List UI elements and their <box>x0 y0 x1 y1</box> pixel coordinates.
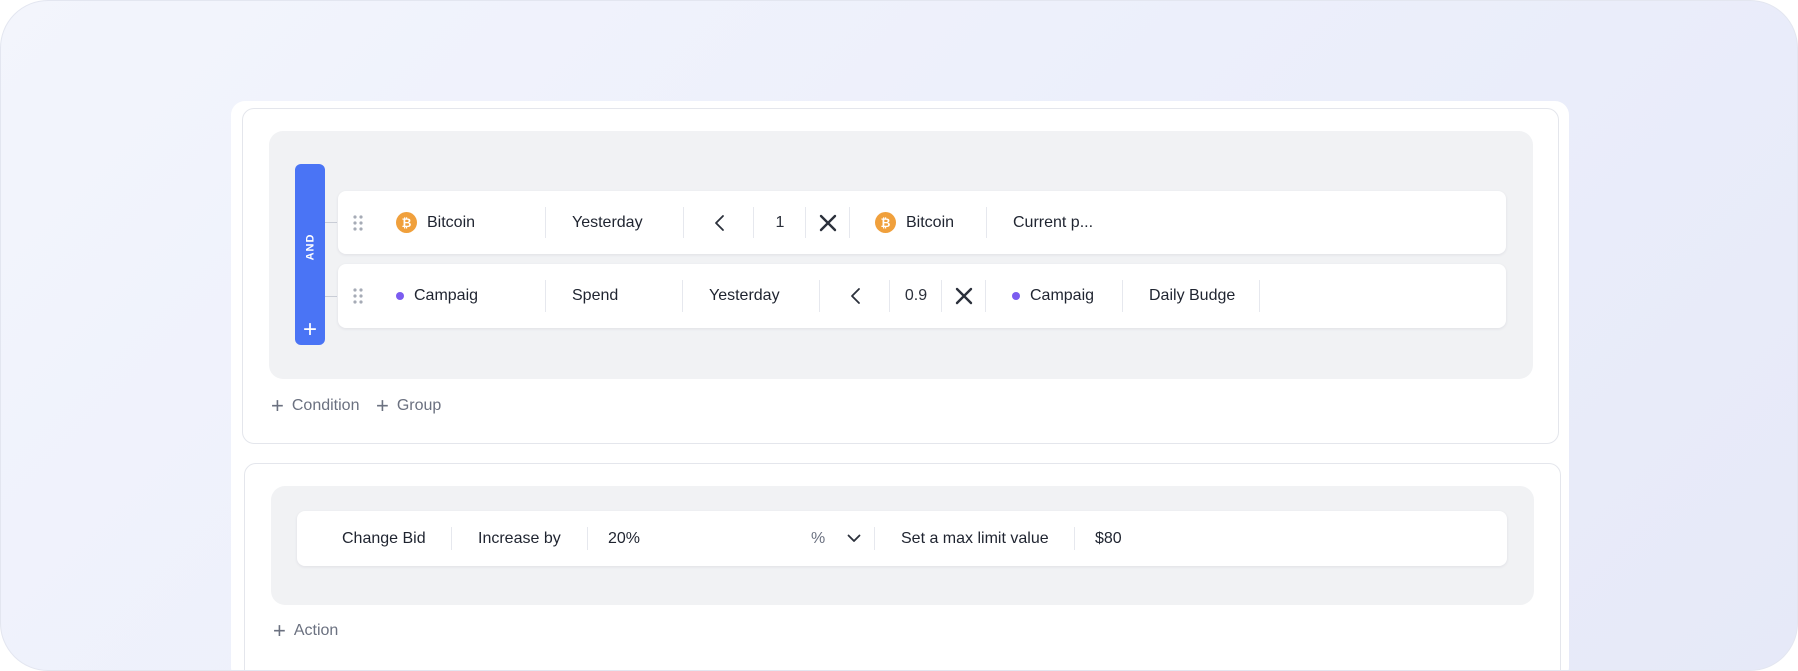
action-value-input[interactable]: 20% <box>588 511 793 566</box>
target-source-label: Campaig <box>1030 287 1095 304</box>
unit-select[interactable]: % <box>793 511 875 566</box>
times-operator[interactable] <box>942 264 986 328</box>
multiplier-value: 0.9 <box>904 287 928 304</box>
less-than-icon <box>851 288 860 304</box>
target-metric-label: Daily Budge <box>1149 287 1236 304</box>
action-value: 20% <box>608 529 641 547</box>
period-label: Yesterday <box>572 213 643 231</box>
bitcoin-icon: ₿ <box>875 212 896 233</box>
max-limit-label: Set a max limit value <box>901 529 1049 547</box>
plus-icon: + <box>273 618 286 643</box>
times-operator[interactable] <box>806 191 850 254</box>
campaign-dot-icon <box>396 292 404 300</box>
action-row: Change Bid Increase by 20% % Set a max l… <box>297 511 1507 566</box>
drag-handle-icon[interactable] <box>338 288 378 304</box>
add-to-group-plus-icon[interactable]: + <box>295 318 325 342</box>
source-select[interactable]: Campaig <box>378 264 546 328</box>
max-limit-input[interactable]: $80 <box>1075 511 1235 566</box>
campaign-dot-icon <box>1012 292 1020 300</box>
less-than-icon <box>715 214 724 231</box>
target-source-label: Bitcoin <box>906 213 955 231</box>
period-label: Yesterday <box>709 287 780 304</box>
action-mode-label: Increase by <box>478 529 561 547</box>
app-frame: AND + ₿ Bitcoin Yesterday 1 ₿ Bitcoin Cu… <box>0 0 1798 671</box>
condition-row: ₿ Bitcoin Yesterday 1 ₿ Bitcoin Current … <box>338 191 1506 254</box>
target-metric-select[interactable]: Daily Budge <box>1123 264 1260 328</box>
condition-group-area <box>269 131 1533 379</box>
target-source-select[interactable]: Campaig <box>986 264 1123 328</box>
bitcoin-icon: ₿ <box>396 212 417 233</box>
target-metric-label: Current p... <box>1013 213 1094 231</box>
condition-row: Campaig Spend Yesterday 0.9 Campaig Dail… <box>338 264 1506 328</box>
add-action-label: Action <box>293 622 339 639</box>
period-select[interactable]: Yesterday <box>683 264 820 328</box>
source-select[interactable]: ₿ Bitcoin <box>378 191 546 254</box>
and-operator-label[interactable]: AND <box>295 229 325 265</box>
metric-label: Spend <box>572 287 619 304</box>
comparator-select[interactable] <box>684 191 754 254</box>
source-label: Campaig <box>414 287 479 304</box>
unit-label: % <box>811 529 826 547</box>
max-limit-value: $80 <box>1095 529 1122 547</box>
period-select[interactable]: Yesterday <box>546 191 684 254</box>
chevron-down-icon <box>847 534 861 542</box>
connector-line <box>325 296 337 297</box>
metric-select[interactable]: Spend <box>546 264 683 328</box>
multiplier-input[interactable]: 0.9 <box>890 264 942 328</box>
target-source-select[interactable]: ₿ Bitcoin <box>850 191 987 254</box>
action-type-label: Change Bid <box>342 529 426 547</box>
multiplier-value: 1 <box>775 213 785 231</box>
max-limit-toggle[interactable]: Set a max limit value <box>875 511 1075 566</box>
times-icon <box>819 214 837 231</box>
add-condition-button[interactable]: + Condition <box>271 393 360 418</box>
connector-line <box>325 222 337 223</box>
plus-icon: + <box>376 393 389 418</box>
add-action-button[interactable]: + Action <box>273 618 339 643</box>
target-metric-select[interactable]: Current p... <box>987 191 1117 254</box>
drag-handle-icon[interactable] <box>338 214 378 231</box>
action-type-select[interactable]: Change Bid <box>297 511 452 566</box>
add-group-label: Group <box>396 397 442 414</box>
multiplier-input[interactable]: 1 <box>754 191 806 254</box>
source-label: Bitcoin <box>427 213 476 231</box>
times-icon <box>955 287 973 305</box>
plus-icon: + <box>271 393 284 418</box>
add-condition-label: Condition <box>291 397 360 414</box>
action-mode-select[interactable]: Increase by <box>452 511 588 566</box>
add-group-button[interactable]: + Group <box>376 393 442 418</box>
comparator-select[interactable] <box>820 264 890 328</box>
